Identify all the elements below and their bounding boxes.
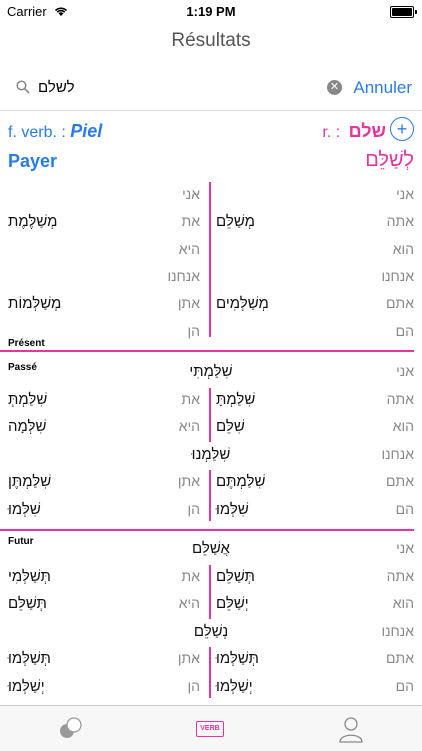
tab-profile[interactable] — [338, 715, 364, 748]
bubbles-icon — [60, 717, 82, 738]
add-button[interactable]: + — [390, 117, 414, 141]
verb-form-cell: שִׁלַּמְתָּ — [216, 390, 256, 408]
person-icon — [339, 717, 363, 743]
pronoun: אנחנו — [167, 267, 200, 284]
tab-history[interactable] — [58, 715, 84, 746]
verb-form: f. verb. : Piel — [8, 121, 102, 142]
search-icon — [16, 80, 30, 99]
present-divider — [209, 182, 211, 337]
pronoun: הן — [187, 500, 200, 517]
pronoun: אתם — [386, 295, 414, 312]
verb-form-cell: יְשַׁלְּמוּ — [216, 677, 253, 695]
cancel-button[interactable]: Annuler — [353, 78, 412, 98]
verb-form-cell: מְשַׁלְּמוֹת — [8, 295, 62, 313]
past-separator — [0, 529, 414, 531]
root-letters: שלם — [348, 121, 386, 141]
root: r. : שלם — [322, 121, 386, 142]
pronoun: הוא — [392, 418, 414, 434]
verb-form-cell: שִׁלֵּם — [216, 418, 245, 435]
pronoun: אתן — [177, 295, 200, 312]
tab-bar: VERB — [0, 705, 422, 751]
pronoun: אתה — [386, 567, 414, 584]
pronoun: אני — [182, 186, 200, 202]
verb-form-row: f. verb. : Piel r. : שלם + — [0, 117, 422, 147]
search-query: לשלם — [38, 79, 75, 96]
verb-form-cell: שִׁלַּמְתְּ — [8, 390, 48, 408]
verb-form-cell: יְשַׁלְּמוּ — [8, 677, 45, 695]
verb-form-cell: שִׁלְּמוּ — [8, 500, 41, 518]
pronoun: הוא — [392, 240, 414, 257]
verb-form-cell: שִׁלַּמְתֶּם — [216, 473, 266, 490]
translation: Payer — [8, 151, 58, 171]
pronoun: אתן — [177, 650, 200, 666]
verb-form-cell: שִׁלַּמְנוּ — [191, 445, 231, 463]
pronoun: הם — [395, 677, 414, 694]
verb-form-cell: מְשַׁלֶּמֶת — [8, 213, 58, 231]
pronoun: אתם — [386, 650, 414, 666]
verb-form-cell: מְשַׁלְּמִים — [216, 295, 269, 313]
pronoun: הם — [395, 322, 414, 339]
pronoun: הוא — [392, 595, 414, 611]
clear-icon[interactable]: ✕ — [327, 80, 342, 95]
page-title: Résultats — [171, 30, 251, 51]
verb-form-cell: תְּשַׁלְּמוּ — [8, 650, 51, 667]
pronoun: היא — [178, 595, 200, 611]
pronoun: אתה — [386, 390, 414, 407]
verb-form-cell: תְּשַׁלְּמִי — [8, 567, 51, 585]
clock: 1:19 PM — [186, 4, 236, 19]
search-input[interactable]: לשלם ✕ — [10, 74, 342, 102]
infinitive: לְשַׁלֵּם — [365, 149, 414, 171]
tab-verb[interactable]: VERB — [196, 721, 224, 737]
pronoun: אתן — [177, 473, 200, 489]
verb-form-cell: תְּשַׁלְּמוּ — [216, 650, 259, 667]
verb-form-cell: תְּשַׁלֵּם — [8, 595, 47, 612]
pronoun: הן — [187, 677, 200, 694]
verb-form-cell: תְּשַׁלֵּם — [216, 567, 255, 585]
conjugation-divider — [209, 470, 211, 521]
present-label: Présent — [8, 338, 45, 349]
pronoun: את — [181, 567, 200, 584]
verb-form-cell: שִׁלַּמְתֶּן — [8, 473, 52, 490]
search-bar: לשלם ✕ Annuler — [0, 66, 422, 111]
pronoun: אני — [396, 186, 414, 202]
verb-form-cell: שִׁלְּמוּ — [216, 500, 249, 518]
pronoun: הם — [395, 500, 414, 517]
conjugation-divider — [209, 647, 211, 698]
verb-form-label: f. verb. : — [8, 124, 66, 141]
verb-form-cell: מְשַׁלֵּם — [216, 213, 255, 231]
verb-form-cell: יְשַׁלֵּם — [216, 595, 249, 612]
verb-form-cell: אֲשַׁלֵּם — [192, 540, 230, 557]
present-separator — [0, 350, 414, 352]
conjugation-divider — [209, 564, 211, 619]
pronoun: הן — [187, 322, 200, 339]
pronoun: את — [181, 390, 200, 407]
pronoun: היא — [178, 418, 200, 434]
conjugation-divider — [209, 387, 211, 442]
root-label: r. : — [322, 124, 341, 141]
verb-form-cell: נְשַׁלֵּם — [193, 622, 229, 640]
pronoun: אנחנו — [381, 267, 414, 284]
pronoun: היא — [178, 240, 200, 257]
pronoun: אתם — [386, 473, 414, 489]
pronoun: אתה — [386, 213, 414, 230]
status-bar: Carrier 1:19 PM — [0, 0, 422, 22]
binyan: Piel — [70, 121, 103, 141]
verb-form-cell: שִׁלְּמָה — [8, 418, 47, 435]
pronoun: את — [181, 213, 200, 230]
verb-form-cell: שִׁלַּמְתִּי — [189, 363, 233, 380]
battery-icon — [390, 6, 417, 18]
